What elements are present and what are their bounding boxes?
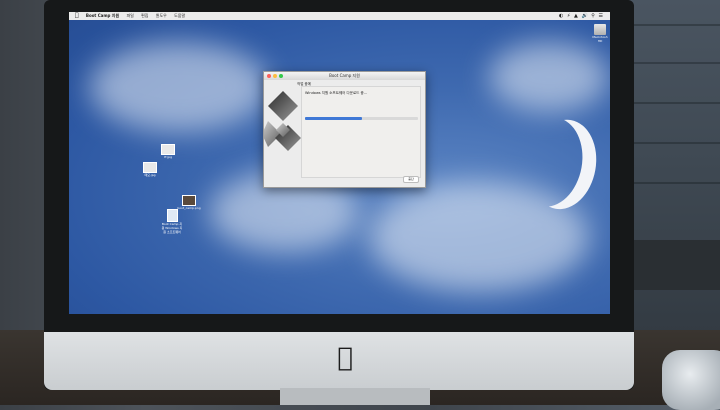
plastic-bag [662, 350, 720, 410]
window-blind-slat [628, 62, 720, 64]
file-label: 메모.jpg [144, 173, 156, 177]
minimize-button[interactable] [273, 74, 277, 78]
menu-item-window[interactable]: 윈도우 [156, 13, 167, 18]
desktop-file-icon[interactable]: 메모.jpg [140, 162, 160, 177]
desktop-file-icon[interactable]: IT.jpg [158, 144, 178, 159]
monitor-stand-dark [620, 240, 720, 290]
menu-app-name[interactable]: Boot Camp 지원 [86, 13, 119, 18]
status-icons[interactable]: ◐ ⚡ ▲ 🔊 ⚲ ☰ [559, 12, 604, 20]
menu-item-edit[interactable]: 편집 [141, 13, 148, 18]
window-blind-slat [628, 102, 720, 104]
document-icon [166, 209, 178, 222]
window-blind-slat [628, 142, 720, 144]
window-titlebar[interactable]: Boot Camp 지원 [264, 72, 425, 80]
zoom-button[interactable] [279, 74, 283, 78]
file-label: IT.jpg [164, 155, 172, 159]
menu-item-help[interactable]: 도움말 [174, 13, 185, 18]
content-pane: Windows 지원 소프트웨어 다운로드 중... [301, 86, 421, 178]
cloud [489, 42, 609, 112]
progress-fill [305, 117, 362, 120]
imac-foot [280, 388, 430, 405]
hard-drive-icon[interactable]: Macintosh HD [591, 24, 609, 43]
desktop-file-icon[interactable]: Boot Camp 지원 Windows 지원 소프트웨어 [161, 209, 183, 234]
window-title: Boot Camp 지원 [329, 73, 360, 78]
window-blind-slat [628, 182, 720, 184]
close-button[interactable] [267, 74, 271, 78]
file-label: Boot Camp 지원 Windows 지원 소프트웨어 [161, 222, 183, 234]
status-text: Windows 지원 소프트웨어 다운로드 중... [305, 91, 368, 95]
stop-button[interactable]: 중단 [403, 176, 419, 183]
hard-drive-label: Macintosh HD [592, 35, 608, 43]
boot-camp-logo-icon [264, 91, 301, 151]
menu-bar:  Boot Camp 지원 파일 편집 윈도우 도움말 ◐ ⚡ ▲ 🔊 ⚲ ☰ [69, 12, 610, 20]
apple-menu-icon[interactable]:  [75, 12, 79, 19]
file-thumbnail [161, 144, 175, 155]
apple-logo-icon:  [333, 344, 357, 372]
menu-item-file[interactable]: 파일 [126, 13, 133, 18]
progress-bar [305, 117, 418, 120]
file-thumbnail [182, 195, 196, 206]
window-blind-slat [628, 24, 720, 26]
hard-drive-glyph [594, 24, 606, 35]
boot-camp-window: Boot Camp 지원 작업 중에 Windows 지원 소프트웨어 다운로드… [263, 71, 426, 188]
file-thumbnail [143, 162, 157, 173]
cloud [89, 42, 269, 132]
desktop-file-icon[interactable]: boot_camp.png [177, 195, 201, 210]
